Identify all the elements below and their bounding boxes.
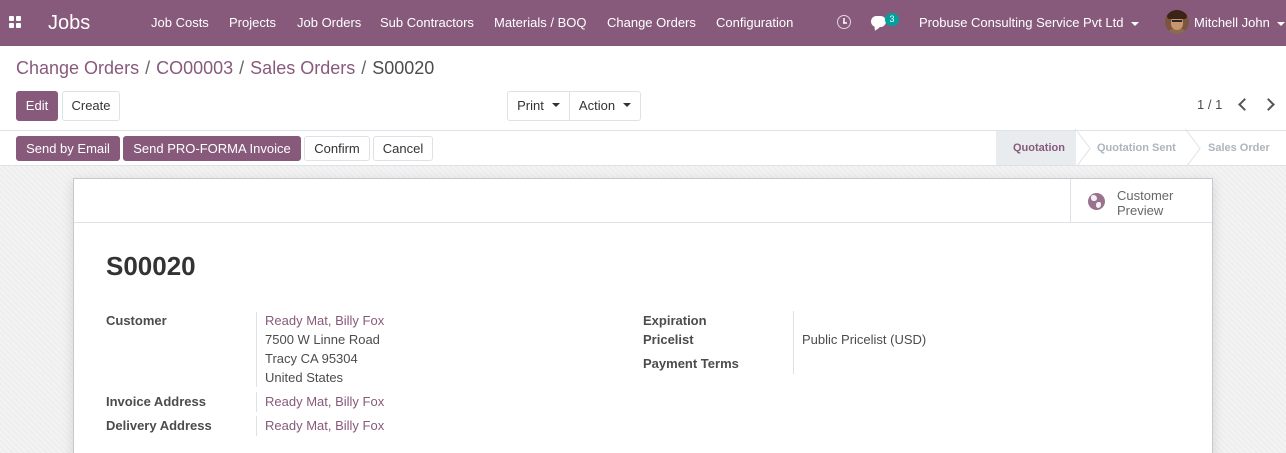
invoice-address-label: Invoice Address (106, 394, 206, 409)
action-dropdown[interactable]: Action (569, 91, 641, 121)
breadcrumb-sales-orders[interactable]: Sales Orders (250, 58, 355, 78)
cancel-button[interactable]: Cancel (373, 136, 433, 161)
smart-button-box: Customer Preview (74, 179, 1212, 223)
customer-link[interactable]: Ready Mat, Billy Fox (265, 313, 384, 328)
menu-materials-boq[interactable]: Materials / BOQ (494, 0, 586, 46)
pager-value[interactable]: 1 / 1 (1197, 97, 1222, 112)
chat-count-badge: 3 (885, 13, 899, 26)
breadcrumb: Change Orders / CO00003/Sales Orders / S0002… (16, 58, 434, 79)
chevron-left-icon[interactable] (1238, 98, 1251, 111)
print-label: Print (517, 98, 544, 113)
delivery-address-link[interactable]: Ready Mat, Billy Fox (265, 418, 384, 433)
caret-down-icon (1276, 21, 1285, 26)
address-line: 7500 W Linne Road (265, 332, 380, 347)
menu-configuration[interactable]: Configuration (716, 0, 793, 46)
action-label: Action (578, 98, 616, 113)
form-sheet: Customer Preview S00020 Customer Ready M… (73, 178, 1213, 453)
chat-icon[interactable] (871, 16, 886, 27)
pricelist-value[interactable]: Public Pricelist (USD) (802, 332, 926, 347)
stage-quotation-sent[interactable]: Quotation Sent (1097, 131, 1176, 166)
caret-down-icon (551, 102, 560, 107)
address-line: United States (265, 370, 344, 385)
record-title: S00020 (106, 251, 196, 281)
menu-sub-contractors[interactable]: Sub Contractors (380, 0, 474, 46)
avatar[interactable] (1165, 10, 1189, 34)
breadcrumb-separator: / (145, 58, 151, 78)
address-line: Tracy CA 95304 (265, 351, 358, 366)
field-divider (256, 416, 257, 436)
top-navbar: Jobs Job Costs Projects Job Orders Sub C… (0, 0, 1286, 46)
user-menu[interactable]: Mitchell John (1194, 0, 1285, 46)
send-proforma-invoice-button[interactable]: Send PRO-FORMA Invoice (123, 136, 301, 161)
chevron-right-icon[interactable] (1262, 98, 1275, 111)
send-by-email-button[interactable]: Send by Email (16, 136, 120, 161)
caret-down-icon (623, 102, 632, 107)
payment-terms-label: Payment Terms (643, 356, 739, 371)
delivery-address-label: Delivery Address (106, 418, 212, 433)
menu-change-orders[interactable]: Change Orders (607, 0, 696, 46)
menu-job-costs[interactable]: Job Costs (151, 0, 209, 46)
breadcrumb-current: S00020 (372, 58, 435, 78)
stage-sales-order[interactable]: Sales Order (1208, 131, 1270, 166)
field-divider (256, 312, 257, 387)
confirm-button[interactable]: Confirm (304, 136, 370, 161)
stage-arrow (1076, 131, 1088, 166)
stage-arrow (1186, 131, 1198, 166)
field-divider (793, 311, 794, 374)
edit-button[interactable]: Edit (16, 91, 58, 121)
user-name: Mitchell John (1194, 15, 1270, 30)
company-switcher[interactable]: Probuse Consulting Service Pvt Ltd (919, 0, 1139, 46)
breadcrumb-separator: / (239, 58, 245, 78)
pricelist-label: Pricelist (643, 332, 694, 347)
menu-projects[interactable]: Projects (229, 0, 276, 46)
caret-down-icon (1130, 21, 1139, 26)
field-divider (256, 392, 257, 412)
breadcrumb-change-orders[interactable]: Change Orders (16, 58, 139, 78)
customer-preview-button[interactable]: Customer Preview (1070, 179, 1212, 222)
clock-icon[interactable] (837, 15, 851, 29)
menu-job-orders[interactable]: Job Orders (297, 0, 361, 46)
app-brand[interactable]: Jobs (48, 0, 90, 46)
create-button[interactable]: Create (62, 91, 120, 121)
expiration-label: Expiration (643, 313, 707, 328)
apps-grid-icon[interactable] (9, 16, 23, 30)
globe-icon (1088, 193, 1105, 210)
breadcrumb-co00003[interactable]: CO00003 (156, 58, 233, 78)
customer-preview-line2: Preview (1117, 203, 1164, 218)
invoice-address-link[interactable]: Ready Mat, Billy Fox (265, 394, 384, 409)
customer-preview-label: Customer Preview (1117, 188, 1207, 218)
breadcrumb-separator: / (361, 58, 367, 78)
customer-label: Customer (106, 313, 167, 328)
print-dropdown[interactable]: Print (507, 91, 570, 121)
status-bar: Quotation Quotation Sent Sales Order (996, 131, 1286, 166)
company-name: Probuse Consulting Service Pvt Ltd (919, 15, 1124, 30)
customer-preview-line1: Customer (1117, 188, 1174, 203)
